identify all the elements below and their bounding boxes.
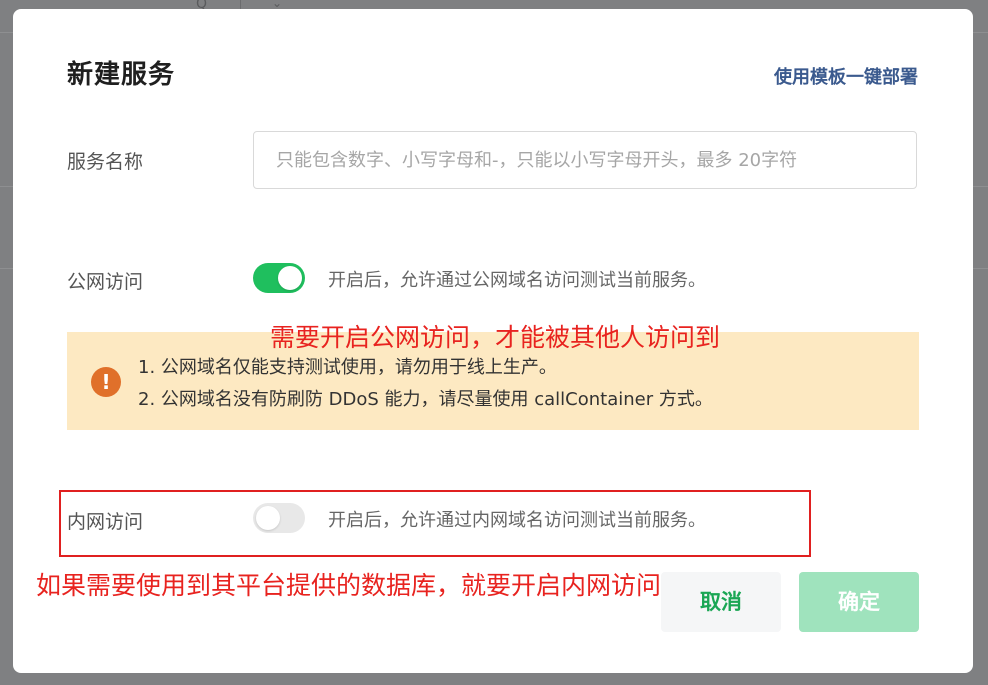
confirm-button[interactable]: 确定 [799, 572, 919, 632]
exclamation-icon: ! [91, 367, 121, 397]
private-access-annotation: 如果需要使用到其平台提供的数据库，就要开启内网访问 [36, 571, 662, 600]
service-name-input[interactable] [253, 131, 917, 189]
toggle-knob [278, 266, 302, 290]
public-access-label: 公网访问 [67, 271, 144, 293]
private-access-highlight-box [59, 490, 811, 557]
warning-line: 1. 公网域名仅能支持测试使用，请勿用于线上生产。 [138, 357, 557, 378]
public-access-description: 开启后，允许通过公网域名访问测试当前服务。 [328, 270, 706, 291]
background-search-icon: Q [196, 0, 208, 12]
cancel-button[interactable]: 取消 [661, 572, 781, 632]
warning-line: 2. 公网域名没有防刷防 DDoS 能力，请尽量使用 callContainer… [138, 389, 713, 410]
public-access-annotation: 需要开启公网访问，才能被其他人访问到 [270, 323, 721, 352]
public-access-toggle[interactable] [253, 263, 305, 293]
dialog-title: 新建服务 [67, 60, 176, 90]
service-name-label: 服务名称 [67, 151, 144, 173]
deploy-from-template-link[interactable]: 使用模板一键部署 [774, 63, 918, 89]
